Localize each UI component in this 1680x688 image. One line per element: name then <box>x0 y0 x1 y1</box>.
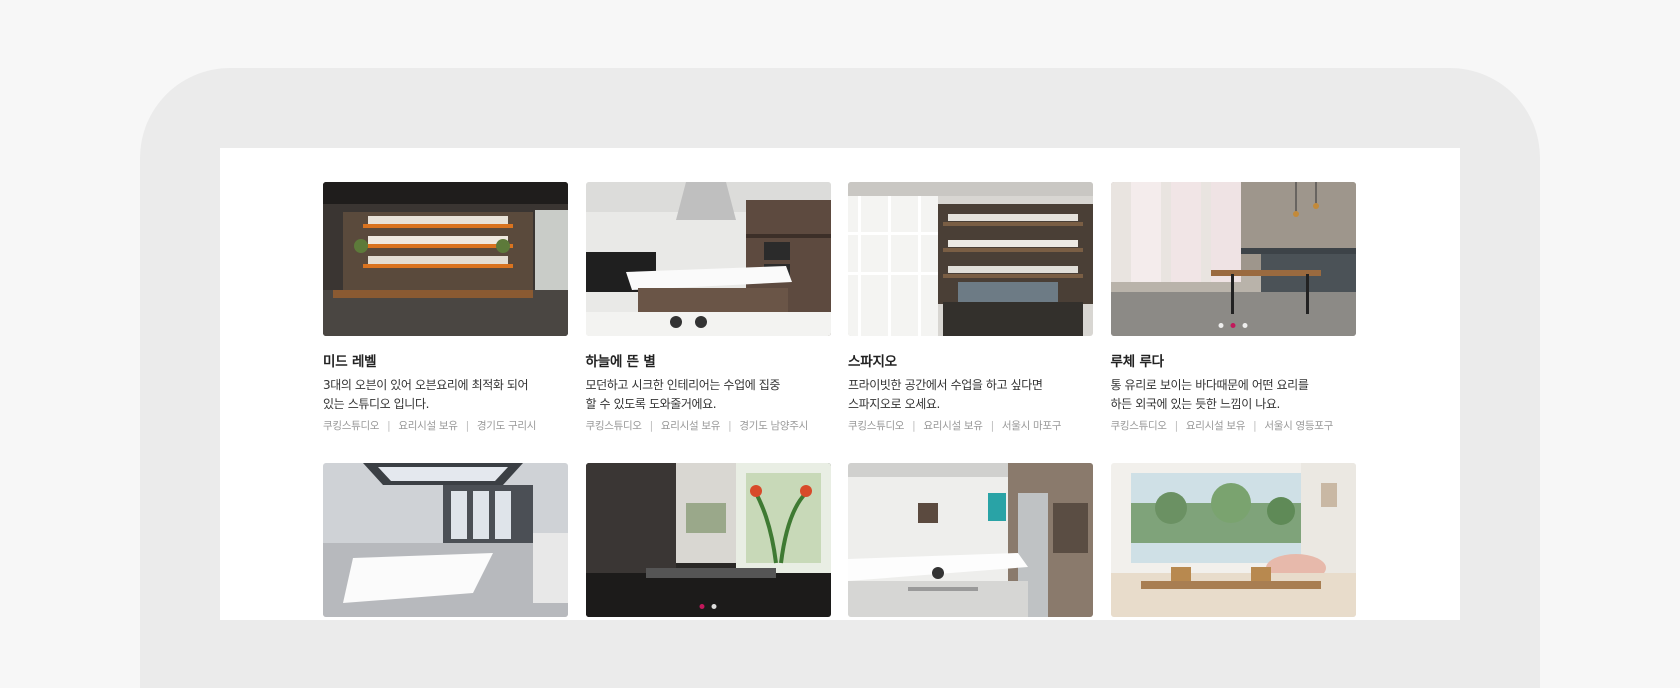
studio-name: 스파지오 <box>848 354 897 370</box>
studio-meta: 쿠킹스튜디오 | 요리시설 보유 | 서울시 영등포구 <box>1110 420 1334 432</box>
studio-card[interactable]: 미드 레벨 3대의 오븐이 있어 오븐요리에 최적화 되어 있는 스튜디오 입니… <box>323 182 568 433</box>
studio-description: 3대의 오븐이 있어 오븐요리에 최적화 되어 있는 스튜디오 입니다. <box>323 378 529 411</box>
studio-image <box>848 182 1093 336</box>
studio-card[interactable] <box>585 463 831 617</box>
studio-facility: 요리시설 보유 <box>398 420 458 432</box>
studio-facility: 요리시설 보유 <box>923 420 983 432</box>
carousel-dots <box>699 604 717 609</box>
studio-card[interactable] <box>848 463 1093 617</box>
studio-meta: 쿠킹스튜디오 | 요리시설 보유 | 서울시 마포구 <box>848 420 1062 432</box>
studio-name: 미드 레벨 <box>323 354 377 370</box>
studio-type: 쿠킹스튜디오 <box>585 420 642 432</box>
studio-card[interactable]: 스파지오 프라이빗한 공간에서 수업을 하고 싶다면 스파지오로 오세요. 쿠킹… <box>848 182 1093 433</box>
studio-description: 통 유리로 보이는 바다때문에 어떤 요리를 하든 외국에 있는 듯한 느낌이 … <box>1110 378 1309 411</box>
studio-image <box>848 463 1093 617</box>
studio-description: 모던하고 시크한 인테리어는 수업에 집중 할 수 있도록 도와줄거에요. <box>585 378 781 411</box>
studio-card[interactable] <box>1110 463 1356 617</box>
studio-image <box>1110 463 1356 617</box>
studio-image <box>323 182 568 336</box>
studio-image <box>1110 182 1356 336</box>
studio-image <box>585 463 831 617</box>
studio-grid: 미드 레벨 3대의 오븐이 있어 오븐요리에 최적화 되어 있는 스튜디오 입니… <box>323 182 1359 617</box>
studio-description: 프라이빗한 공간에서 수업을 하고 싶다면 스파지오로 오세요. <box>848 378 1043 411</box>
studio-name: 루체 루다 <box>1110 354 1165 370</box>
studio-meta: 쿠킹스튜디오 | 요리시설 보유 | 경기도 구리시 <box>323 420 537 432</box>
studio-type: 쿠킹스튜디오 <box>848 420 905 432</box>
carousel-dots <box>1218 323 1248 328</box>
studio-location: 경기도 남양주시 <box>739 420 808 432</box>
carousel-dot-active[interactable] <box>1230 323 1236 328</box>
studio-facility: 요리시설 보유 <box>1185 420 1246 432</box>
studio-image <box>323 463 568 617</box>
studio-card[interactable] <box>323 463 568 617</box>
studio-card[interactable]: 하늘에 뜬 별 모던하고 시크한 인테리어는 수업에 집중 할 수 있도록 도와… <box>585 182 831 433</box>
studio-location: 경기도 구리시 <box>476 420 537 432</box>
studio-meta: 쿠킹스튜디오 | 요리시설 보유 | 경기도 남양주시 <box>585 420 809 432</box>
studio-image <box>585 182 831 336</box>
carousel-dot[interactable] <box>1242 323 1248 328</box>
carousel-dot-active[interactable] <box>699 604 705 609</box>
carousel-dot[interactable] <box>711 604 717 609</box>
studio-location: 서울시 영등포구 <box>1264 420 1333 432</box>
studio-facility: 요리시설 보유 <box>660 420 721 432</box>
studio-name: 하늘에 뜬 별 <box>585 354 656 370</box>
studio-location: 서울시 마포구 <box>1001 420 1062 432</box>
studio-type: 쿠킹스튜디오 <box>1110 420 1167 432</box>
carousel-dot[interactable] <box>1218 323 1224 328</box>
studio-card[interactable]: 루체 루다 통 유리로 보이는 바다때문에 어떤 요리를 하든 외국에 있는 듯… <box>1110 182 1356 433</box>
tablet-screen: 미드 레벨 3대의 오븐이 있어 오븐요리에 최적화 되어 있는 스튜디오 입니… <box>220 148 1460 620</box>
studio-type: 쿠킹스튜디오 <box>323 420 380 432</box>
